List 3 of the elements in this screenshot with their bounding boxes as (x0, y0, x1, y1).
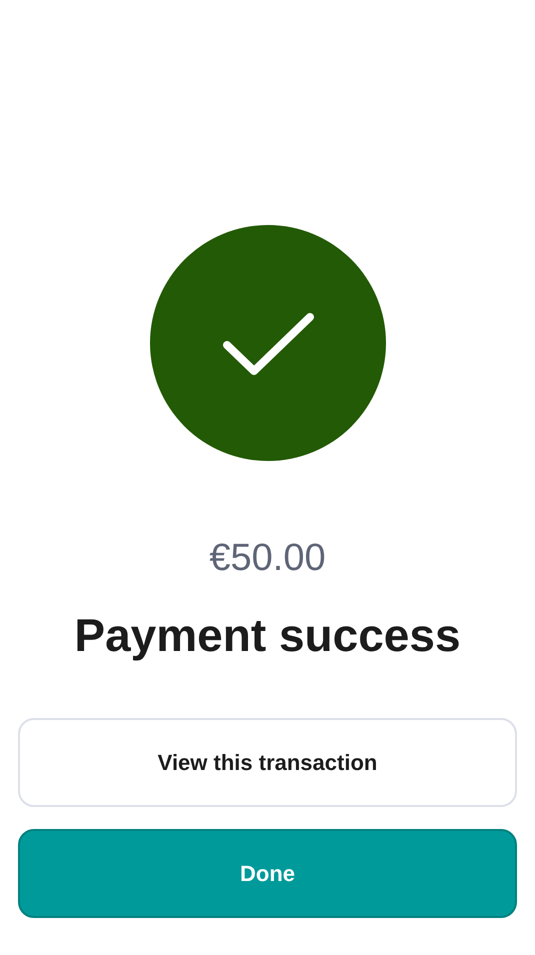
payment-amount: €50.00 (209, 536, 326, 581)
view-transaction-button[interactable]: View this transaction (18, 718, 517, 807)
payment-title: Payment success (74, 608, 461, 663)
